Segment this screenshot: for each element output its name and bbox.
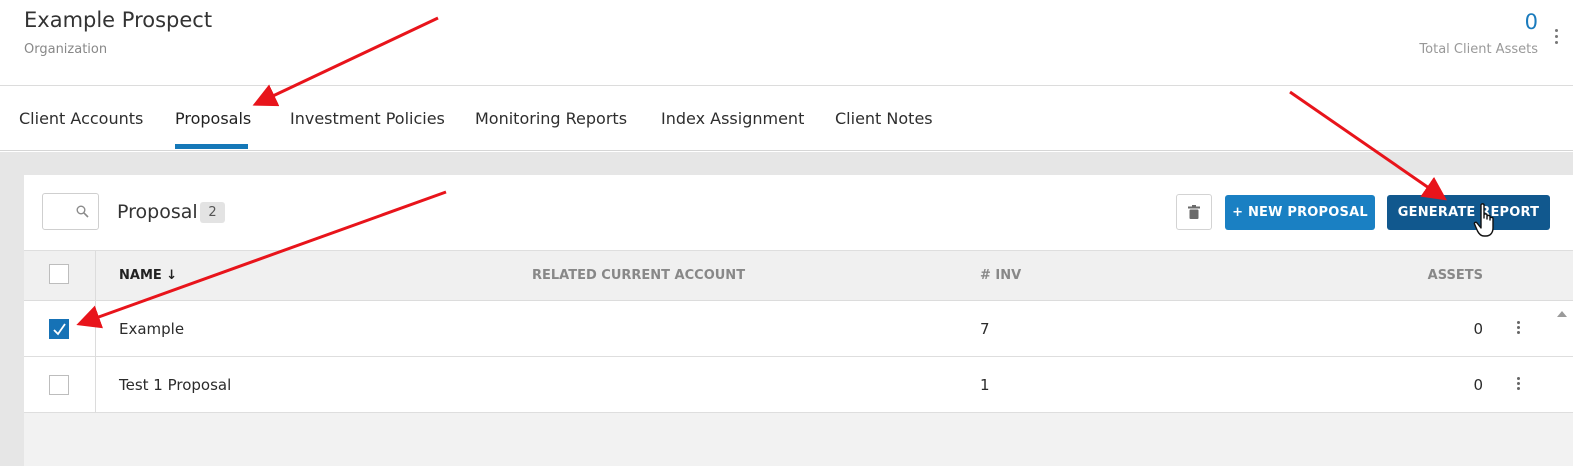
tab-client-accounts[interactable]: Client Accounts xyxy=(19,109,143,128)
proposals-panel: Proposal 2 + NEW PROPOSAL GENERATE REPOR… xyxy=(24,175,1573,466)
count-badge: 2 xyxy=(200,202,225,223)
tab-proposals[interactable]: Proposals xyxy=(175,109,251,128)
hand-cursor-icon xyxy=(1473,203,1494,237)
check-icon xyxy=(53,323,66,336)
page-title: Example Prospect xyxy=(24,8,213,32)
column-related-header[interactable]: RELATED CURRENT ACCOUNT xyxy=(532,268,745,283)
tab-monitoring-reports[interactable]: Monitoring Reports xyxy=(475,109,627,128)
select-all-checkbox[interactable] xyxy=(49,264,69,284)
proposal-name[interactable]: Test 1 Proposal xyxy=(119,376,231,394)
proposal-assets: 0 xyxy=(1473,320,1483,338)
kebab-icon[interactable] xyxy=(1517,377,1521,393)
section-title: Proposal xyxy=(117,201,198,223)
delete-button[interactable] xyxy=(1176,194,1212,230)
proposal-inv-count: 1 xyxy=(980,376,990,394)
tab-investment-policies[interactable]: Investment Policies xyxy=(290,109,445,128)
proposal-name[interactable]: Example xyxy=(119,320,184,338)
table-row[interactable]: Test 1 Proposal 1 0 xyxy=(24,357,1573,413)
column-assets-header[interactable]: ASSETS xyxy=(1428,268,1483,283)
page-subtitle: Organization xyxy=(24,42,108,57)
table-row[interactable]: Example 7 0 xyxy=(24,301,1573,357)
scroll-up-icon[interactable] xyxy=(1557,311,1567,317)
column-inv-header[interactable]: # INV xyxy=(980,268,1021,283)
tab-index-assignment[interactable]: Index Assignment xyxy=(661,109,804,128)
proposal-assets: 0 xyxy=(1473,376,1483,394)
tab-client-notes[interactable]: Client Notes xyxy=(835,109,933,128)
proposals-toolbar: Proposal 2 + NEW PROPOSAL GENERATE REPOR… xyxy=(24,175,1573,251)
table-header: NAME ↓ RELATED CURRENT ACCOUNT # INV ASS… xyxy=(24,251,1573,301)
total-assets-value: 0 xyxy=(1524,10,1538,34)
row-checkbox[interactable] xyxy=(49,375,69,395)
proposal-inv-count: 7 xyxy=(980,320,990,338)
row-checkbox[interactable] xyxy=(49,319,69,339)
kebab-icon[interactable] xyxy=(1517,321,1521,337)
tab-bar: Client Accounts Proposals Investment Pol… xyxy=(0,87,1573,151)
column-divider xyxy=(95,251,96,413)
trash-icon xyxy=(1188,205,1200,219)
active-tab-indicator xyxy=(175,144,248,149)
generate-report-button[interactable]: GENERATE REPORT xyxy=(1387,195,1550,230)
page-header: Example Prospect Organization 0 Total Cl… xyxy=(0,0,1573,86)
total-assets-label: Total Client Assets xyxy=(1419,42,1538,57)
kebab-icon[interactable] xyxy=(1555,29,1559,45)
new-proposal-button[interactable]: + NEW PROPOSAL xyxy=(1225,195,1375,230)
search-input[interactable] xyxy=(42,193,99,230)
search-icon xyxy=(76,205,89,218)
column-name-header[interactable]: NAME ↓ xyxy=(119,268,177,283)
